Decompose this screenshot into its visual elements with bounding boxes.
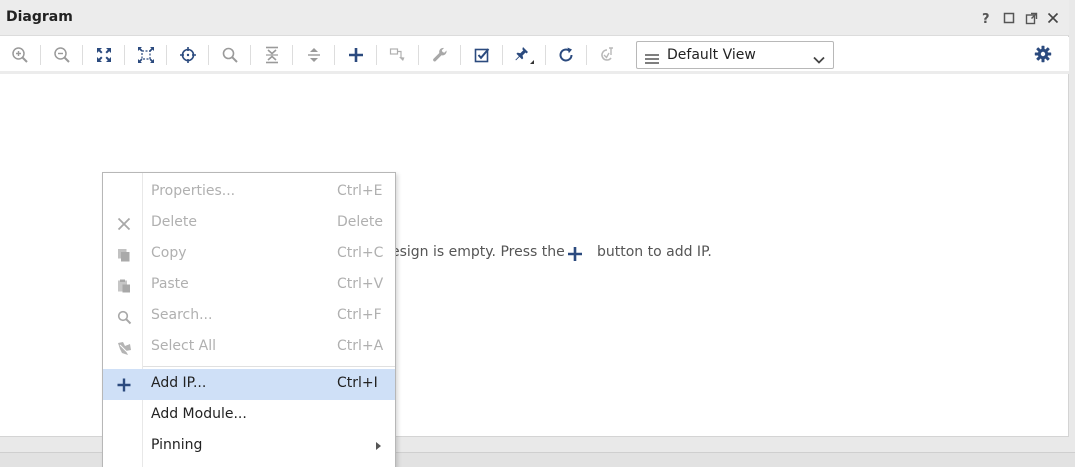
menu-item-label: Delete: [151, 214, 197, 230]
close-icon[interactable]: [1045, 10, 1061, 26]
expand-icon[interactable]: [302, 43, 326, 67]
empty-design-hint-text-end: button to add IP.: [597, 244, 712, 260]
add-icon[interactable]: [566, 245, 584, 267]
menu-item-shortcut: Ctrl+I: [337, 375, 378, 391]
settings-icon[interactable]: [1034, 45, 1052, 67]
menu-item-shortcut: Ctrl+V: [337, 276, 384, 292]
menu-item-copy[interactable]: Copy Ctrl+C: [103, 239, 395, 270]
menu-item-shortcut: Ctrl+F: [337, 307, 382, 323]
chevron-down-icon: [813, 50, 825, 69]
panel-title: Diagram: [6, 9, 73, 25]
menu-item-shortcut: Ctrl+E: [337, 183, 383, 199]
locate-icon[interactable]: [176, 43, 200, 67]
menu-lines-icon: [645, 50, 659, 69]
menu-item-add-module[interactable]: Add Module...: [103, 400, 395, 431]
context-menu: Properties... Ctrl+E Delete Delete Copy …: [102, 172, 396, 467]
route-icon[interactable]: [386, 43, 410, 67]
add-icon: [115, 376, 133, 394]
fit-full-screen-icon[interactable]: [92, 43, 116, 67]
menu-item-shortcut: Ctrl+A: [337, 338, 384, 354]
diagram-toolbar: Default View: [0, 37, 1069, 74]
panel-titlebar: Diagram ?: [0, 0, 1069, 36]
view-select-value: Default View: [667, 47, 756, 63]
restore-icon[interactable]: [1001, 10, 1017, 26]
menu-item-label: Pinning: [151, 437, 203, 453]
svg-text:?: ?: [982, 12, 990, 25]
menu-item-shortcut: Ctrl+C: [337, 245, 384, 261]
menu-item-paste[interactable]: Paste Ctrl+V: [103, 270, 395, 301]
menu-item-label: Paste: [151, 276, 189, 292]
submenu-arrow-icon: [376, 442, 381, 450]
panel-window-controls: ?: [979, 10, 1061, 26]
select-all-icon: [115, 339, 133, 357]
menu-item-pinning[interactable]: Pinning: [103, 431, 395, 462]
search-icon[interactable]: [218, 43, 242, 67]
copy-icon: [115, 246, 133, 264]
wrench-icon[interactable]: [428, 43, 452, 67]
collapse-icon[interactable]: [260, 43, 284, 67]
paste-icon: [115, 277, 133, 295]
menu-item-label: Copy: [151, 245, 187, 261]
view-select[interactable]: Default View: [636, 41, 834, 69]
menu-item-label: Properties...: [151, 183, 236, 199]
pin-icon[interactable]: [512, 43, 536, 67]
menu-item-label: Select All: [151, 338, 216, 354]
menu-item-delete[interactable]: Delete Delete: [103, 208, 395, 239]
menu-item-add-ip[interactable]: Add IP... Ctrl+I: [103, 369, 395, 400]
search-icon: [115, 308, 133, 326]
refresh-icon[interactable]: [554, 43, 578, 67]
zoom-out-icon[interactable]: [50, 43, 74, 67]
menu-item-shortcut: Delete: [337, 214, 383, 230]
delete-x-icon: [115, 215, 133, 233]
menu-item-search[interactable]: Search... Ctrl+F: [103, 301, 395, 332]
menu-item-label: Search...: [151, 307, 213, 323]
fit-selection-icon[interactable]: [134, 43, 158, 67]
zoom-in-icon[interactable]: [8, 43, 32, 67]
float-icon[interactable]: [1023, 10, 1039, 26]
menu-item-label: Add Module...: [151, 406, 247, 422]
add-icon[interactable]: [344, 43, 368, 67]
empty-design-hint-text: esign is empty. Press the: [391, 244, 565, 260]
menu-item-properties[interactable]: Properties... Ctrl+E: [103, 177, 395, 208]
validate-icon[interactable]: [470, 43, 494, 67]
regenerate-icon[interactable]: [596, 43, 620, 67]
help-icon[interactable]: ?: [979, 10, 995, 26]
menu-item-select-all[interactable]: Select All Ctrl+A: [103, 332, 395, 363]
menu-item-label: Add IP...: [151, 375, 207, 391]
